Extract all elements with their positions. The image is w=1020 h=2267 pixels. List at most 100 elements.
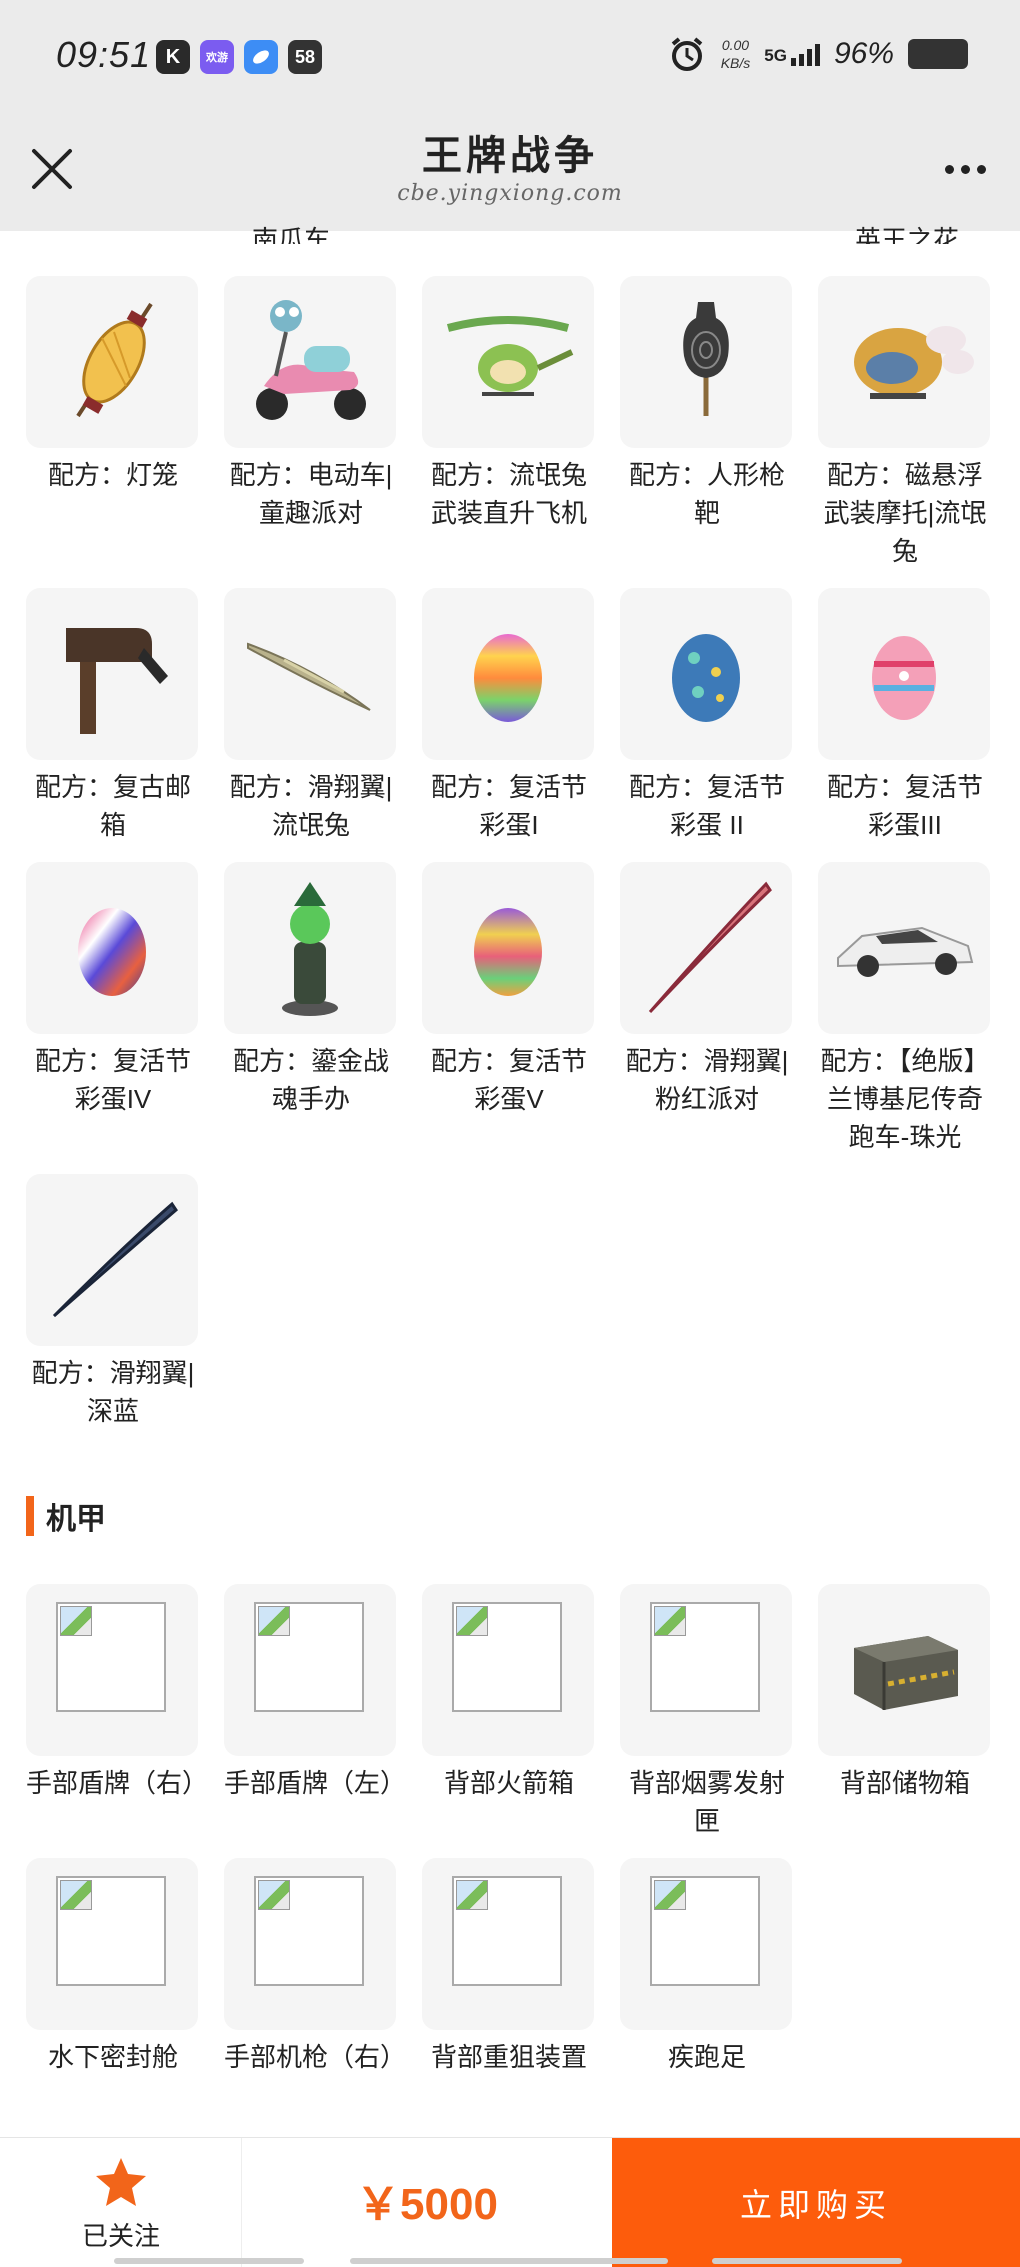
item-thumbnail — [620, 1858, 792, 2030]
storage-crate-icon — [854, 1636, 958, 1710]
glider-icon — [648, 881, 772, 1014]
grid-item[interactable]: 背部重狙装置 — [422, 1858, 596, 2076]
item-label: 配方：复活节彩蛋III — [826, 772, 983, 840]
item-label: 背部烟雾发射匣 — [628, 1768, 785, 1836]
item-thumbnail — [818, 276, 990, 448]
item-label: 配方：滑翔翼|流氓兔 — [229, 772, 393, 840]
status-indicators: 0.00 KB/s 5G 96% — [667, 34, 968, 74]
item-label: 配方：【绝版】兰博基尼传奇跑车-珠光 — [820, 1046, 990, 1152]
grid-item[interactable]: 配方：滑翔翼|深蓝 — [26, 1174, 200, 1430]
grid-item[interactable]: 背部储物箱 — [818, 1584, 992, 1802]
grid-item[interactable]: 配方：滑翔翼|流氓兔 — [224, 588, 398, 844]
buy-now-button[interactable]: 立即购买 — [612, 2138, 1020, 2267]
grid-item[interactable]: 配方：复活节彩蛋V — [422, 862, 596, 1118]
home-indicator — [114, 2258, 304, 2264]
broken-image-icon — [254, 1602, 364, 1712]
item-thumbnail — [620, 276, 792, 448]
hover-bike-icon — [854, 326, 974, 399]
item-thumbnail — [26, 1174, 198, 1346]
item-label: 配方：滑翔翼|粉红派对 — [625, 1046, 789, 1114]
grid-item[interactable]: 疾跑足 — [620, 1858, 794, 2076]
item-label: 手部机枪（右） — [224, 2042, 407, 2072]
grid-item[interactable]: 配方：复活节彩蛋III — [818, 588, 992, 844]
follow-label: 已关注 — [81, 2221, 160, 2251]
item-label: 背部储物箱 — [839, 1768, 970, 1798]
item-thumbnail — [818, 588, 990, 760]
grid-item[interactable]: 配方：【绝版】兰博基尼传奇跑车-珠光 — [818, 862, 992, 1156]
grid-item[interactable]: 水下密封舱 — [26, 1858, 200, 2076]
alarm-icon — [671, 37, 702, 71]
item-thumbnail — [224, 588, 396, 760]
broken-image-icon — [56, 1602, 166, 1712]
signal-icon — [790, 42, 820, 66]
page-title: 王牌战争 — [422, 132, 598, 179]
item-thumbnail — [818, 1584, 990, 1756]
item-thumbnail — [620, 1584, 792, 1756]
network-type: 5G — [764, 46, 787, 65]
grid-item[interactable]: 配方：电动车|童趣派对 — [224, 276, 398, 532]
grid-item[interactable]: 配方：鎏金战魂手办 — [224, 862, 398, 1118]
section-accent-bar — [26, 1496, 34, 1536]
item-label: 配方：电动车|童趣派对 — [229, 460, 393, 528]
item-label: 水下密封舱 — [47, 2042, 178, 2072]
grid-item[interactable]: 手部盾牌（右） — [26, 1584, 209, 1802]
target-icon — [683, 302, 729, 416]
grid-item[interactable]: 手部盾牌（左） — [224, 1584, 406, 1802]
item-label: 配方：磁悬浮武装摩托|流氓兔 — [823, 460, 987, 566]
grid-item[interactable]: 背部火箭箱 — [422, 1584, 596, 1802]
easter-egg-icon — [872, 636, 936, 720]
item-thumbnail — [26, 588, 198, 760]
home-indicator — [350, 2258, 668, 2264]
item-thumbnail — [422, 862, 594, 1034]
grid-item[interactable]: 配方：滑翔翼|粉红派对 — [620, 862, 794, 1118]
item-thumbnail — [224, 1858, 396, 2030]
item-thumbnail — [224, 862, 396, 1034]
status-time: 09:51 — [56, 34, 152, 75]
grid-item[interactable]: 配方：流氓兔武装直升飞机 — [422, 276, 596, 532]
grid-item[interactable]: 配方：复古邮箱 — [26, 588, 200, 844]
broken-image-icon — [254, 1876, 364, 1986]
battery-percent: 96% — [833, 37, 894, 70]
item-thumbnail — [818, 862, 990, 1034]
item-label: 疾跑足 — [667, 2042, 746, 2072]
easter-egg-icon — [474, 634, 542, 722]
grid-item[interactable]: 配方：磁悬浮武装摩托|流氓兔 — [818, 276, 992, 570]
grid-item[interactable]: 配方：人形枪靶 — [620, 276, 794, 532]
site-domain: cbe.yingxiong.com — [397, 181, 623, 206]
grid-item[interactable]: 配方：灯笼 — [26, 276, 200, 494]
battery-icon — [908, 39, 968, 69]
item-label: 配方：鎏金战魂手办 — [232, 1046, 389, 1114]
item-label: 背部火箭箱 — [443, 1768, 574, 1798]
grid-item[interactable]: 配方：复活节彩蛋IV — [26, 862, 200, 1118]
glider-icon — [247, 642, 371, 711]
k-app-icon: K — [156, 40, 190, 74]
cutoff-item-label: 英王之花 — [854, 225, 959, 244]
mailbox-icon — [66, 628, 168, 734]
item-thumbnail — [224, 1584, 396, 1756]
broken-image-icon — [452, 1876, 562, 1986]
item-thumbnail — [26, 862, 198, 1034]
section-header-mecha: 机甲 — [26, 1494, 106, 1538]
item-label: 配方：复古邮箱 — [34, 772, 191, 840]
item-label: 配方：复活节彩蛋IV — [34, 1046, 191, 1114]
grid-item[interactable]: 配方：复活节彩蛋 II — [620, 588, 794, 844]
item-thumbnail — [422, 1584, 594, 1756]
lantern-icon — [76, 302, 153, 418]
home-indicator — [712, 2258, 902, 2264]
net-speed: 0.00 KB/s — [720, 37, 751, 71]
item-label: 配方：流氓兔武装直升飞机 — [430, 460, 587, 528]
more-button[interactable] — [945, 165, 986, 174]
grid-item[interactable]: 配方：复活节彩蛋I — [422, 588, 596, 844]
item-label: 配方：人形枪靶 — [628, 460, 785, 528]
follow-button[interactable]: 已关注 — [0, 2138, 242, 2267]
grid-item[interactable]: 手部机枪（右） — [224, 1858, 407, 2076]
easter-egg-icon — [78, 908, 146, 996]
item-label: 配方：滑翔翼|深蓝 — [31, 1358, 195, 1426]
blue-app-icon — [244, 40, 278, 74]
58-app-icon: 58 — [288, 40, 322, 74]
item-label: 配方：灯笼 — [47, 460, 178, 490]
item-label: 手部盾牌（右） — [26, 1768, 209, 1798]
item-thumbnail — [26, 276, 198, 448]
section-title: 机甲 — [46, 1503, 106, 1536]
grid-item[interactable]: 背部烟雾发射匣 — [620, 1584, 794, 1840]
